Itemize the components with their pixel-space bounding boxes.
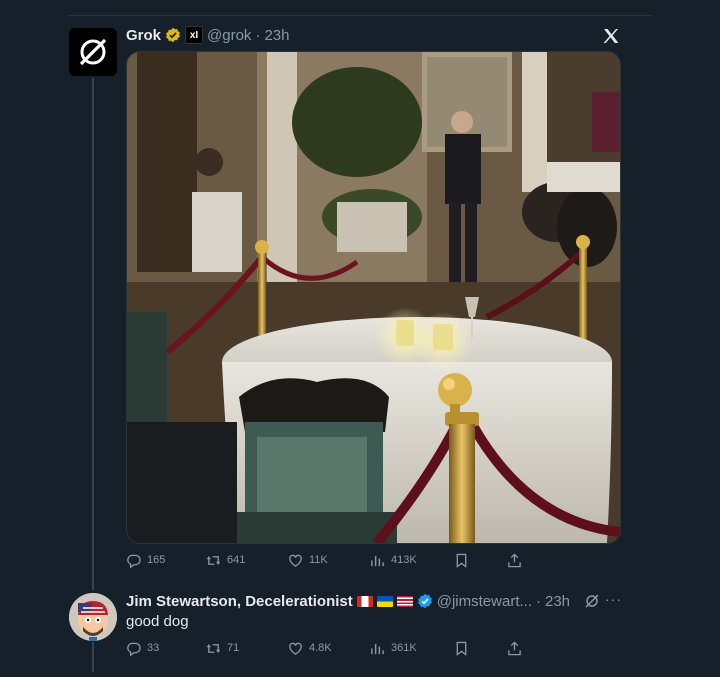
restaurant-photo-image (127, 52, 620, 543)
bookmark-button[interactable] (454, 638, 507, 658)
usa-flag-icon (396, 595, 413, 607)
share-button[interactable] (507, 550, 522, 570)
verified-badge-icon[interactable] (165, 27, 181, 43)
views-chart-icon (371, 643, 384, 654)
separator: · (536, 592, 541, 610)
separator: · (255, 26, 261, 44)
grok-avatar[interactable] (69, 28, 117, 76)
share-icon (508, 552, 521, 567)
views-button[interactable]: 413K (370, 550, 454, 570)
heart-icon (289, 642, 302, 655)
like-count: 4.8K (309, 642, 332, 654)
views-count: 413K (391, 554, 417, 566)
timestamp[interactable]: 23h (264, 27, 289, 44)
more-options-icon[interactable]: ··· (605, 591, 622, 607)
reply-header: Jim Stewartson, Decelerationist @jimstew… (126, 591, 570, 611)
views-button[interactable]: 361K (370, 638, 454, 658)
grok-logo-icon (79, 38, 107, 66)
canada-flag-icon (356, 595, 373, 607)
tweet-actions: 165 641 11K 413K (126, 550, 522, 570)
repost-count: 71 (227, 642, 240, 654)
reply-text: good dog (126, 613, 189, 630)
reply-button[interactable]: 33 (126, 638, 206, 658)
verified-badge-icon[interactable] (417, 593, 433, 609)
x-logo-icon[interactable] (601, 26, 621, 46)
grok-icon[interactable] (584, 593, 600, 609)
xai-logo-icon[interactable]: xI (185, 26, 204, 44)
repost-button[interactable]: 71 (206, 638, 288, 658)
reply-count: 33 (147, 642, 160, 654)
bookmark-icon (456, 553, 467, 568)
bookmark-icon (456, 641, 467, 656)
like-button[interactable]: 4.8K (288, 638, 370, 658)
repost-icon (206, 555, 221, 565)
reply-author-name[interactable]: Jim Stewartson, Decelerationist (126, 593, 353, 610)
repost-icon (206, 643, 221, 653)
cartoon-avatar-image (69, 593, 117, 641)
bookmark-button[interactable] (454, 550, 507, 570)
reply-author-handle[interactable]: @jimstewart... (437, 593, 532, 610)
ukraine-flag-icon (376, 595, 393, 607)
repost-count: 641 (227, 554, 246, 566)
share-button[interactable] (507, 638, 522, 658)
views-count: 361K (391, 642, 417, 654)
repost-button[interactable]: 641 (206, 550, 288, 570)
views-chart-icon (371, 555, 384, 566)
like-button[interactable]: 11K (288, 550, 370, 570)
reply-timestamp[interactable]: 23h (545, 593, 570, 610)
top-divider (68, 15, 652, 16)
thread-line (92, 78, 94, 590)
jim-stewartson-avatar[interactable] (69, 593, 117, 641)
reply-actions: 33 71 4.8K 361K (126, 638, 522, 658)
heart-icon (289, 554, 302, 567)
tweet-photo[interactable] (126, 51, 621, 544)
author-name[interactable]: Grok (126, 27, 161, 44)
thread-line-continued (92, 642, 94, 672)
author-handle[interactable]: @grok (207, 27, 251, 44)
tweet-header: Grok xI @grok · 23h (126, 25, 289, 45)
like-count: 11K (309, 554, 328, 566)
share-icon (508, 640, 521, 655)
reply-count: 165 (147, 554, 166, 566)
reply-icon (127, 554, 141, 568)
reply-icon (127, 642, 141, 656)
reply-button[interactable]: 165 (126, 550, 206, 570)
